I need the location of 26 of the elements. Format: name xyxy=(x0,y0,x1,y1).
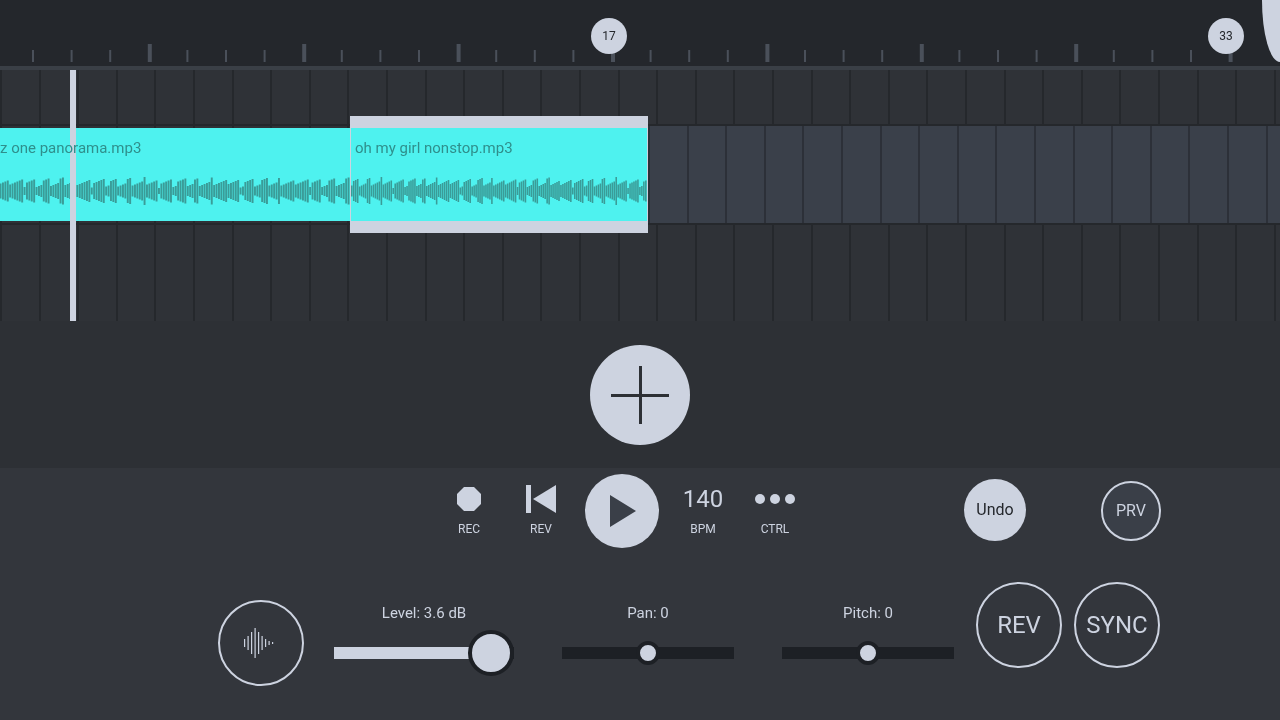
round-button[interactable]: SYNC xyxy=(1074,582,1160,668)
clip-name: oh my girl nonstop.mp3 xyxy=(355,138,513,159)
slider[interactable] xyxy=(334,629,514,676)
slider[interactable] xyxy=(562,640,734,665)
play-icon xyxy=(608,495,636,527)
slider-label: Pan: 0 xyxy=(627,603,669,624)
sample-button[interactable] xyxy=(218,600,304,686)
bar-marker[interactable]: 33 xyxy=(1208,18,1244,54)
plus-icon xyxy=(611,365,669,424)
slider[interactable] xyxy=(782,640,954,665)
slider-thumb[interactable] xyxy=(468,629,514,676)
value-button[interactable]: 140 BPM xyxy=(667,476,739,546)
more-icon xyxy=(754,493,796,505)
more-button[interactable]: CTRL xyxy=(739,476,811,546)
preview-button[interactable]: PRV xyxy=(1101,481,1161,541)
bpm-value: 140 xyxy=(682,485,724,513)
skip-back-icon xyxy=(526,485,556,513)
record-button[interactable]: REC xyxy=(433,476,505,546)
slider-label: Pitch: 0 xyxy=(843,603,893,624)
round-button[interactable]: REV xyxy=(976,582,1062,668)
bar-marker[interactable]: 17 xyxy=(591,18,627,54)
record-icon xyxy=(456,486,482,512)
undo-button[interactable]: Undo xyxy=(964,479,1026,541)
slider-label: Level: 3.6 dB xyxy=(381,603,467,624)
timeline-ruler[interactable]: 17 33 xyxy=(0,0,1280,70)
rewind-button[interactable]: REV xyxy=(505,476,577,546)
